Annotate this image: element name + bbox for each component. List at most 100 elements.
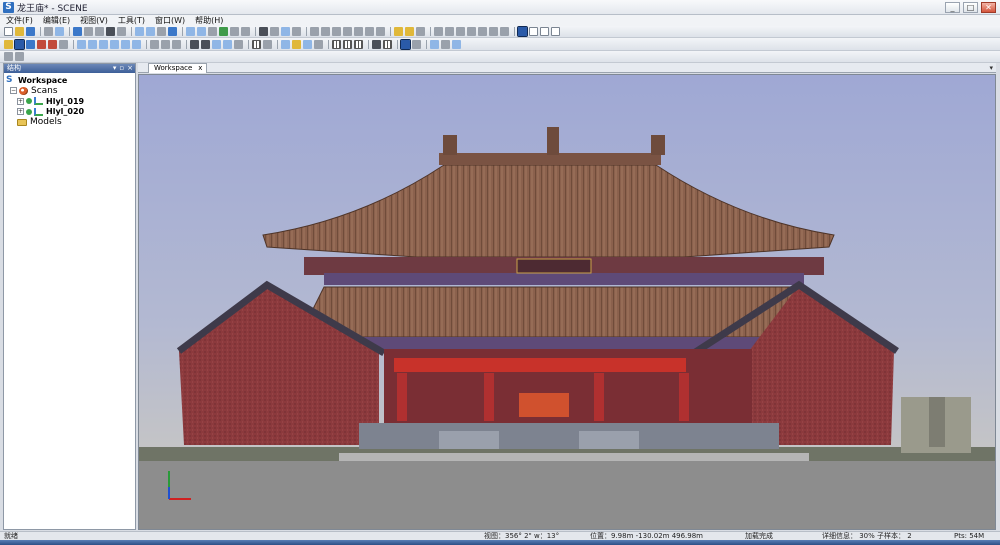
window-icon[interactable] bbox=[186, 27, 195, 36]
panel-menu-button[interactable]: ▾ bbox=[113, 64, 117, 73]
settings-icon[interactable] bbox=[208, 27, 217, 36]
binoculars-icon[interactable] bbox=[106, 27, 115, 36]
cube-left-icon[interactable] bbox=[99, 39, 108, 49]
point-size-icon[interactable] bbox=[234, 39, 243, 49]
grid-icon[interactable] bbox=[252, 39, 261, 49]
grid-small-icon[interactable] bbox=[332, 39, 341, 49]
display-mode-icon[interactable] bbox=[201, 39, 210, 49]
layers-dropdown-icon[interactable] bbox=[292, 27, 301, 36]
3d-viewport[interactable] bbox=[138, 74, 996, 530]
lock-icon[interactable] bbox=[230, 27, 239, 36]
redo-icon[interactable] bbox=[146, 27, 155, 36]
sphere-icon[interactable] bbox=[478, 27, 487, 36]
3d-view-icon[interactable] bbox=[14, 38, 25, 50]
copy-icon[interactable] bbox=[84, 27, 93, 36]
check-icon[interactable] bbox=[314, 39, 323, 49]
reset-view-icon[interactable] bbox=[281, 39, 290, 49]
cube-top-icon[interactable] bbox=[121, 39, 130, 49]
collapse-icon[interactable]: − bbox=[10, 87, 17, 95]
undo-icon[interactable] bbox=[135, 27, 144, 36]
pointer-icon[interactable] bbox=[412, 39, 421, 49]
menu-file[interactable]: 文件(F) bbox=[6, 15, 33, 26]
camera-dropdown-icon[interactable] bbox=[270, 27, 279, 36]
tree-item-scan[interactable]: + Hlyl_020 bbox=[6, 107, 133, 118]
move-icon[interactable] bbox=[321, 27, 330, 36]
cube-front-icon[interactable] bbox=[77, 39, 86, 49]
display-icon[interactable] bbox=[190, 39, 199, 49]
filter-icon[interactable] bbox=[434, 27, 443, 36]
menu-view[interactable]: 视图(V) bbox=[80, 15, 108, 26]
expand-icon[interactable]: + bbox=[17, 108, 24, 116]
zoom-in-icon[interactable] bbox=[150, 39, 159, 49]
play-icon[interactable] bbox=[219, 27, 228, 36]
panel-float-button[interactable]: ▫ bbox=[119, 64, 124, 73]
cut-icon[interactable] bbox=[73, 27, 82, 36]
shading-icon[interactable] bbox=[223, 39, 232, 49]
maximize-button[interactable]: □ bbox=[963, 2, 978, 13]
window-split-icon[interactable] bbox=[197, 27, 206, 36]
cylinder-icon[interactable] bbox=[489, 27, 498, 36]
measure-icon[interactable] bbox=[354, 27, 363, 36]
camera-icon[interactable] bbox=[259, 27, 268, 36]
measure-active-icon[interactable] bbox=[400, 38, 411, 50]
zoom-fit-icon[interactable] bbox=[172, 39, 181, 49]
layout-icon[interactable] bbox=[4, 52, 13, 61]
bookmark-icon[interactable] bbox=[394, 27, 403, 36]
expand-icon[interactable]: + bbox=[17, 97, 24, 105]
tab-list-button[interactable]: ▾ bbox=[989, 64, 993, 72]
open-folder-icon[interactable] bbox=[15, 27, 24, 36]
export-dropdown-icon[interactable] bbox=[441, 39, 450, 49]
grid-large-icon[interactable] bbox=[354, 39, 363, 49]
eraser-icon[interactable] bbox=[376, 27, 385, 36]
pen-icon[interactable] bbox=[365, 27, 374, 36]
clip-box-icon[interactable] bbox=[303, 39, 312, 49]
layers-icon[interactable] bbox=[281, 27, 290, 36]
layout-dropdown-icon[interactable] bbox=[15, 52, 24, 61]
refresh-icon[interactable] bbox=[157, 27, 166, 36]
grid-sparse-icon[interactable] bbox=[383, 39, 392, 49]
grid-dense-icon[interactable] bbox=[372, 39, 381, 49]
panel-close-button[interactable]: × bbox=[127, 64, 133, 73]
box-icon[interactable] bbox=[467, 27, 476, 36]
new-project-icon[interactable] bbox=[4, 27, 13, 36]
flag-icon[interactable] bbox=[292, 39, 301, 49]
export-icon[interactable] bbox=[430, 39, 439, 49]
link-icon[interactable] bbox=[241, 27, 250, 36]
print-icon[interactable] bbox=[44, 27, 53, 36]
planar-view-icon[interactable] bbox=[26, 39, 35, 49]
tree-item-scans[interactable]: − Scans bbox=[6, 86, 133, 97]
upload-icon[interactable] bbox=[168, 27, 177, 36]
paste-icon[interactable] bbox=[95, 27, 104, 36]
rotate-icon[interactable] bbox=[332, 27, 341, 36]
close-button[interactable]: ✕ bbox=[981, 2, 996, 13]
scale-icon[interactable] bbox=[343, 27, 352, 36]
tree-item-workspace[interactable]: S Workspace bbox=[6, 75, 133, 86]
menu-help[interactable]: 帮助(H) bbox=[195, 15, 223, 26]
minimize-button[interactable]: _ bbox=[945, 2, 960, 13]
menu-tools[interactable]: 工具(T) bbox=[118, 15, 145, 26]
eye-icon[interactable] bbox=[59, 39, 68, 49]
cube-bottom-icon[interactable] bbox=[132, 39, 141, 49]
cube-back-icon[interactable] bbox=[88, 39, 97, 49]
texture-icon[interactable] bbox=[212, 39, 221, 49]
marker-icon[interactable] bbox=[405, 27, 414, 36]
grid-dropdown-icon[interactable] bbox=[263, 39, 272, 49]
tab-workspace[interactable]: Workspace x bbox=[148, 63, 208, 73]
quad-view-icon[interactable] bbox=[540, 27, 549, 36]
single-view-icon[interactable] bbox=[517, 26, 528, 37]
plane-icon[interactable] bbox=[456, 27, 465, 36]
cascade-view-icon[interactable] bbox=[551, 27, 560, 36]
clip-icon[interactable] bbox=[445, 27, 454, 36]
menu-window[interactable]: 窗口(W) bbox=[155, 15, 185, 26]
tree-item-models[interactable]: Models bbox=[6, 117, 133, 128]
color-scan-icon[interactable] bbox=[37, 39, 46, 49]
cone-icon[interactable] bbox=[500, 27, 509, 36]
select-icon[interactable] bbox=[310, 27, 319, 36]
grid-medium-icon[interactable] bbox=[343, 39, 352, 49]
save-icon[interactable] bbox=[26, 27, 35, 36]
intensity-icon[interactable] bbox=[48, 39, 57, 49]
zoom-out-icon[interactable] bbox=[161, 39, 170, 49]
import-icon[interactable] bbox=[55, 27, 64, 36]
tree-item-scan[interactable]: + Hlyl_019 bbox=[6, 96, 133, 107]
view-options-icon[interactable] bbox=[452, 39, 461, 49]
